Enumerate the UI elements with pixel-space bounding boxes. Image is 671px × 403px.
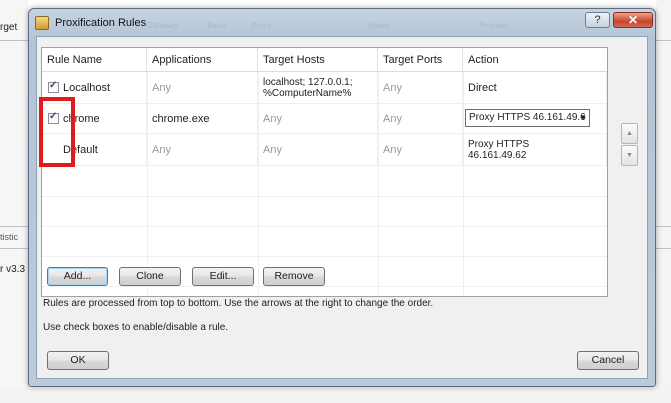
target-hosts-cell: Any — [258, 134, 378, 165]
checkbox-highlight-annotation — [39, 97, 75, 167]
table-row[interactable]: ✓ chrome chrome.exe Any Any Proxy HTTPS … — [42, 104, 607, 134]
background-app-right — [656, 0, 671, 403]
close-button[interactable]: ✕ — [613, 12, 653, 28]
rules-table[interactable]: Rule Name Applications Target Hosts Targ… — [41, 47, 608, 297]
ok-button[interactable]: OK — [47, 351, 109, 370]
dropdown-arrow-icon[interactable]: ▼ — [579, 110, 587, 126]
background-app-bottom — [0, 388, 671, 403]
applications-cell: Any — [147, 134, 258, 165]
column-header-target-hosts[interactable]: Target Hosts — [258, 48, 378, 72]
action-select-value: Proxy HTTPS 46.161.49.6 — [469, 112, 586, 123]
background-divider — [0, 248, 28, 249]
applications-cell: Any — [147, 72, 258, 103]
action-line: 46.161.49.62 — [468, 149, 527, 161]
background-divider — [656, 40, 671, 41]
applications-cell: chrome.exe — [147, 104, 258, 133]
target-ports-cell: Any — [378, 72, 463, 103]
remove-button[interactable]: Remove — [263, 267, 325, 286]
empty-row-line — [42, 196, 607, 197]
empty-row-line — [42, 256, 607, 257]
order-hint-text: Rules are processed from top to bottom. … — [43, 298, 434, 309]
background-divider — [0, 226, 28, 227]
ghost-tab-label: Gateway — [147, 21, 179, 30]
proxification-rules-dialog: Proxification Rules Gateway Base Proxy S… — [28, 8, 656, 387]
empty-row-line — [42, 286, 607, 287]
checkbox-hint-text: Use check boxes to enable/disable a rule… — [43, 322, 229, 333]
help-button[interactable]: ? — [585, 12, 610, 28]
title-bar[interactable]: Proxification Rules Gateway Base Proxy S… — [29, 9, 655, 37]
action-select[interactable]: Proxy HTTPS 46.161.49.6 ▼ — [465, 109, 590, 127]
column-header-action[interactable]: Action — [463, 48, 607, 72]
background-divider — [0, 40, 28, 41]
app-icon — [35, 16, 49, 30]
background-app-left: rget tistic r v3.3 — [0, 0, 28, 403]
action-cell: Proxy HTTPS 46.161.49.6 ▼ — [463, 104, 607, 133]
background-text-fragment: rget — [0, 22, 18, 33]
empty-row-line — [42, 226, 607, 227]
rule-name: Localhost — [63, 81, 111, 94]
column-header-target-ports[interactable]: Target Ports — [378, 48, 463, 72]
edit-button[interactable]: Edit... — [192, 267, 254, 286]
dialog-body: Rule Name Applications Target Hosts Targ… — [36, 36, 648, 379]
column-header-rule-name[interactable]: Rule Name — [42, 48, 147, 72]
target-hosts-line: %ComputerName% — [263, 87, 352, 99]
action-cell: Direct — [463, 72, 607, 103]
arrow-down-icon: ▼ — [626, 152, 633, 159]
ghost-tab-label: Base — [207, 21, 226, 30]
action-cell: Proxy HTTPS 46.161.49.62 — [463, 134, 607, 165]
table-row[interactable]: Default Any Any Any Proxy HTTPS 46.161.49… — [42, 134, 607, 166]
target-ports-cell: Any — [378, 104, 463, 133]
ghost-tab-label: Process — [479, 21, 508, 30]
background-text-fragment: r v3.3 — [0, 264, 26, 275]
ghost-tab-label: Proxy — [251, 21, 272, 30]
target-ports-cell: Any — [378, 134, 463, 165]
target-hosts-line: localhost; 127.0.0.1; — [263, 76, 353, 88]
target-hosts-cell: localhost; 127.0.0.1; %ComputerName% — [258, 72, 378, 103]
background-text-fragment: tistic — [0, 232, 18, 242]
column-header-applications[interactable]: Applications — [147, 48, 258, 72]
background-divider — [656, 248, 671, 249]
ghost-tab-label: Speed — [367, 21, 391, 30]
move-down-button[interactable]: ▼ — [621, 145, 638, 166]
action-line: Proxy HTTPS — [468, 138, 530, 150]
window-title: Proxification Rules — [55, 17, 147, 29]
move-up-button[interactable]: ▲ — [621, 123, 638, 144]
target-hosts-cell: Any — [258, 104, 378, 133]
table-row[interactable]: ✓ Localhost Any localhost; 127.0.0.1; %Co… — [42, 72, 607, 104]
add-button[interactable]: Add... — [47, 267, 108, 286]
rule-enabled-checkbox[interactable]: ✓ — [48, 80, 59, 93]
arrow-up-icon: ▲ — [626, 130, 633, 137]
clone-button[interactable]: Clone — [119, 267, 181, 286]
background-divider — [656, 226, 671, 227]
cancel-button[interactable]: Cancel — [577, 351, 639, 370]
